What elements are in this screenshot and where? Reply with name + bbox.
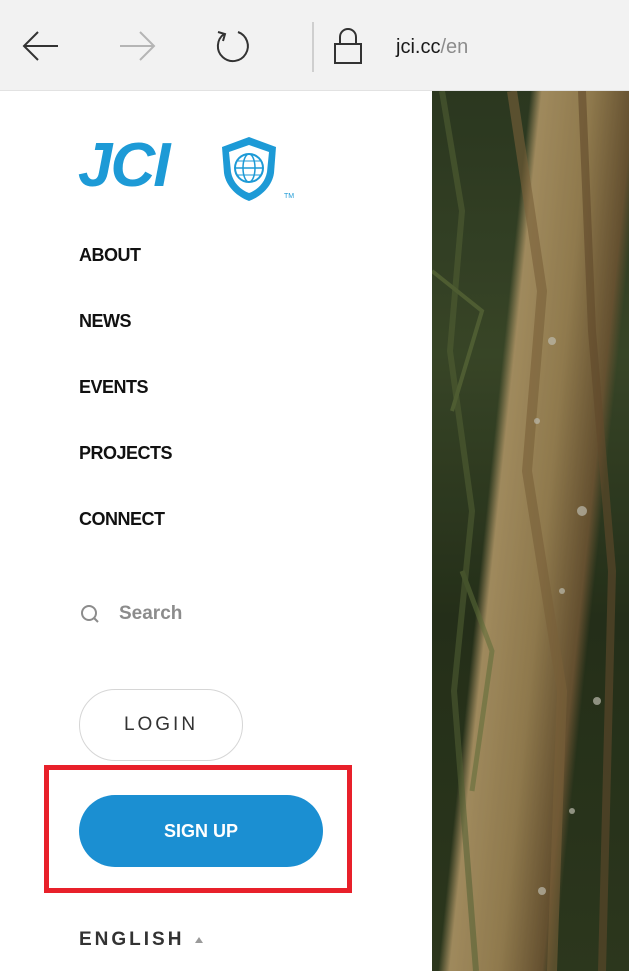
logo-trademark: TM xyxy=(284,193,295,200)
nav-link-events[interactable]: EVENTS xyxy=(79,371,172,403)
toolbar-divider xyxy=(312,22,314,72)
login-button[interactable]: LOGIN xyxy=(79,689,243,761)
language-label: ENGLISH xyxy=(79,929,185,950)
nav-link-connect[interactable]: CONNECT xyxy=(79,503,172,535)
nav-item-news: NEWS xyxy=(79,305,172,371)
back-arrow-icon xyxy=(22,31,58,61)
main-nav: ABOUT NEWS EVENTS PROJECTS CONNECT xyxy=(79,239,173,569)
nav-item-about: ABOUT xyxy=(79,239,172,305)
forward-arrow-icon xyxy=(120,31,156,61)
nav-item-projects: PROJECTS xyxy=(79,437,173,503)
address-path: /en xyxy=(440,36,469,58)
hero-photo xyxy=(432,91,629,971)
language-selector[interactable]: ENGLISH xyxy=(79,925,204,955)
search-input[interactable] xyxy=(119,603,339,625)
shield-globe-icon xyxy=(222,137,276,201)
forward-button[interactable] xyxy=(116,24,160,68)
back-button[interactable] xyxy=(18,24,62,68)
search-icon[interactable] xyxy=(79,603,101,625)
browser-toolbar: jci.cc/en xyxy=(0,0,629,91)
address-domain: jci.cc xyxy=(396,36,441,58)
refresh-button[interactable] xyxy=(210,24,254,68)
search-box xyxy=(79,597,339,631)
address-bar[interactable]: jci.cc/en xyxy=(396,32,468,62)
lock-icon[interactable] xyxy=(332,26,364,66)
nav-item-connect: CONNECT xyxy=(79,503,172,569)
nav-link-news[interactable]: NEWS xyxy=(79,305,172,337)
nav-link-about[interactable]: ABOUT xyxy=(79,239,172,271)
refresh-icon xyxy=(216,31,249,63)
nav-item-events: EVENTS xyxy=(79,371,172,437)
logo-text: JCI xyxy=(78,131,170,200)
sidebar: JCI TM ABOUT NEWS EVENTS PROJECTS CONNEC… xyxy=(0,91,432,971)
caret-up-icon xyxy=(195,937,204,943)
signup-button[interactable]: SIGN UP xyxy=(79,795,323,867)
nav-link-projects[interactable]: PROJECTS xyxy=(79,437,173,469)
